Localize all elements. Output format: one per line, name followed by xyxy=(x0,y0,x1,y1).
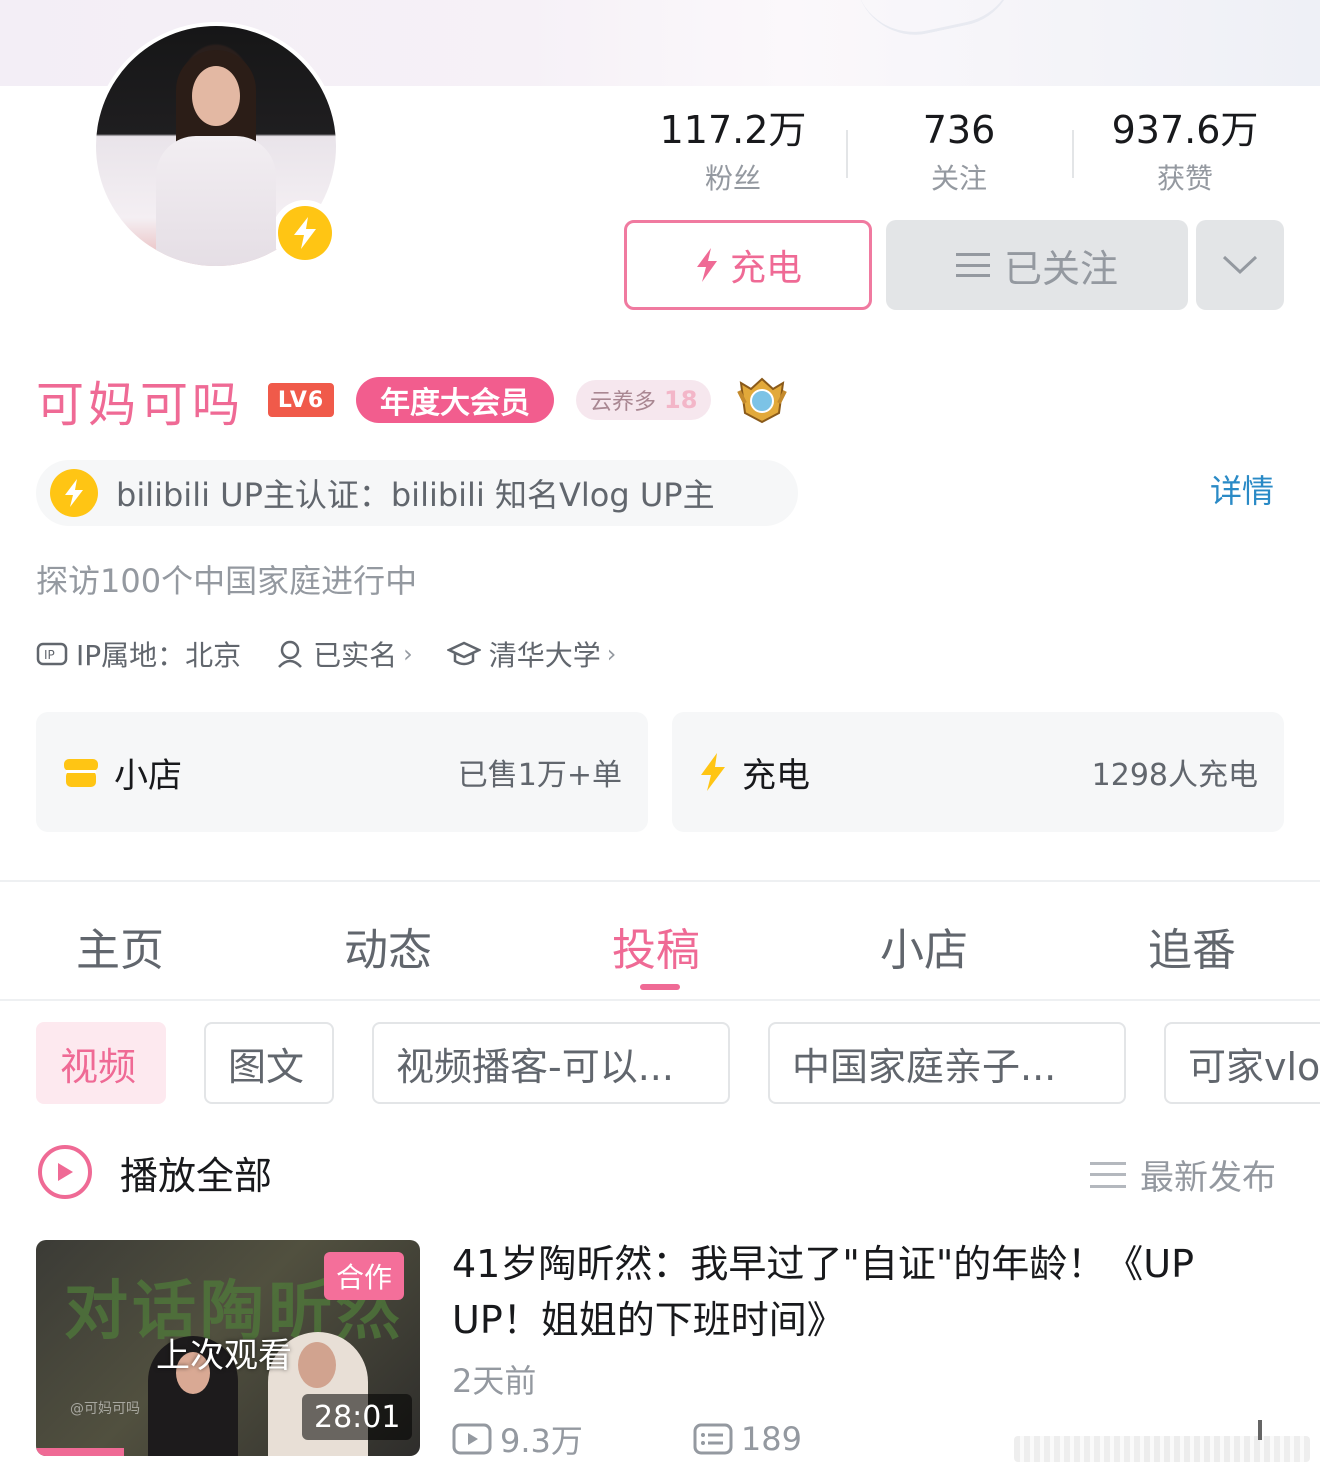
comment-icon xyxy=(693,1423,733,1455)
image-watermark xyxy=(1014,1420,1310,1462)
fan-medal-name: 云养多 xyxy=(590,390,657,415)
stat-value: 736 xyxy=(922,108,996,152)
username: 可妈可吗 xyxy=(36,377,245,433)
video-views: 9.3万 xyxy=(452,1416,583,1462)
filter-chip-family[interactable]: 中国家庭亲子... xyxy=(768,1022,1126,1104)
name-row: 可妈可吗 LV6 年度大会员 云养多 18 xyxy=(36,368,789,433)
tab-shop[interactable]: 小店 xyxy=(880,914,968,978)
stat-label: 粉丝 xyxy=(704,162,761,195)
fan-medal[interactable]: 云养多 18 xyxy=(576,380,712,420)
stat-label: 关注 xyxy=(930,162,987,195)
filter-chip-image-text[interactable]: 图文 xyxy=(204,1022,334,1104)
stat-value: 937.6万 xyxy=(1111,108,1259,152)
lightning-icon xyxy=(701,753,725,791)
filter-chip-vlog[interactable]: 可家vlo xyxy=(1164,1022,1320,1104)
chevron-right-icon: › xyxy=(403,640,413,668)
video-time: 2天前 xyxy=(452,1362,537,1400)
menu-icon xyxy=(955,253,990,277)
shop-icon xyxy=(64,759,98,787)
tab-bangumi[interactable]: 追番 xyxy=(1148,914,1236,978)
svg-text:IP: IP xyxy=(44,648,55,662)
school-text: 清华大学 xyxy=(488,639,601,672)
video-stats: 9.3万 189 xyxy=(452,1414,912,1464)
sort-icon xyxy=(1090,1161,1126,1188)
video-thumbnail[interactable]: 对话陶昕然 @可妈可吗 合作 上次观看 28:01 xyxy=(36,1240,420,1456)
bio: 探访100个中国家庭进行中 xyxy=(36,562,418,600)
detail-link[interactable]: 详情 xyxy=(1210,466,1274,512)
last-watched-label: 上次观看 xyxy=(156,1336,292,1376)
profile-meta: IP IP属地：北京 已实名 › 清华大学 › xyxy=(36,632,650,676)
lightning-icon xyxy=(50,469,98,517)
active-tab-indicator xyxy=(640,984,680,990)
stats-row: 117.2万 粉丝 736 关注 937.6万 获赞 xyxy=(620,104,1300,204)
fan-medal-level: 18 xyxy=(664,386,698,414)
stat-value: 117.2万 xyxy=(659,108,807,152)
stat-fans[interactable]: 117.2万 粉丝 xyxy=(620,104,846,204)
chevron-down-icon xyxy=(1222,255,1258,275)
thumbnail-watermark: @可妈可吗 xyxy=(70,1401,140,1417)
play-icon xyxy=(38,1145,92,1199)
school-link[interactable]: 清华大学 › xyxy=(446,634,617,674)
charge-card-sub: 1298人充电 xyxy=(1091,758,1258,793)
ip-location: IP IP属地：北京 xyxy=(36,634,241,674)
profile-tabs: 主页 动态 投稿 小店 追番 xyxy=(0,906,1320,1002)
video-title[interactable]: 41岁陶昕然：我早过了"自证"的年龄！《UP UP！姐姐的下班时间》 xyxy=(452,1236,1282,1348)
follow-options-button[interactable] xyxy=(1196,220,1284,310)
tab-dynamics[interactable]: 动态 xyxy=(344,914,432,978)
play-all-label: 播放全部 xyxy=(120,1153,273,1198)
crest-badge-icon[interactable] xyxy=(735,375,789,425)
tab-home[interactable]: 主页 xyxy=(76,914,164,978)
lightning-icon xyxy=(696,248,717,282)
charge-button-label: 充电 xyxy=(729,248,802,289)
filter-chip-video[interactable]: 视频 xyxy=(36,1022,166,1104)
followed-button[interactable]: 已关注 xyxy=(886,220,1188,310)
filter-chip-podcast[interactable]: 视频播客-可以... xyxy=(372,1022,730,1104)
sort-label: 最新发布 xyxy=(1140,1158,1276,1198)
real-name-text: 已实名 xyxy=(313,639,398,672)
certification-pill[interactable]: bilibili UP主认证：bilibili 知名Vlog UP主 xyxy=(36,460,798,526)
play-all-button[interactable]: 播放全部 xyxy=(38,1142,272,1202)
real-name-link[interactable]: 已实名 › xyxy=(275,634,413,674)
ip-icon: IP xyxy=(36,642,68,666)
level-badge[interactable]: LV6 xyxy=(268,383,335,417)
shop-card-sub: 已售1万+单 xyxy=(457,758,622,793)
vip-badge[interactable]: 年度大会员 xyxy=(356,377,555,423)
ip-location-text: IP属地：北京 xyxy=(76,639,242,672)
shop-card[interactable]: 小店 已售1万+单 xyxy=(36,712,648,832)
chevron-right-icon: › xyxy=(606,640,617,668)
video-views-count: 9.3万 xyxy=(500,1422,583,1460)
coop-badge: 合作 xyxy=(324,1252,405,1300)
watch-progress-bar xyxy=(36,1448,125,1456)
shop-card-title: 小店 xyxy=(114,755,182,796)
stat-likes[interactable]: 937.6万 获赞 xyxy=(1072,104,1298,204)
followed-button-label: 已关注 xyxy=(1003,246,1118,291)
tabs-divider xyxy=(0,999,1320,1001)
up-verified-icon xyxy=(272,200,338,266)
stat-label: 获赞 xyxy=(1156,162,1213,195)
charge-button[interactable]: 充电 xyxy=(624,220,872,310)
video-comments: 189 xyxy=(693,1420,802,1458)
charge-card-title: 充电 xyxy=(742,755,810,796)
user-verify-icon xyxy=(278,640,303,668)
charge-card[interactable]: 充电 1298人充电 xyxy=(672,712,1284,832)
sort-button[interactable]: 最新发布 xyxy=(1090,1150,1276,1199)
play-count-icon xyxy=(452,1423,492,1455)
section-divider xyxy=(0,880,1320,882)
certification-text: bilibili UP主认证：bilibili 知名Vlog UP主 xyxy=(116,476,715,514)
tab-uploads[interactable]: 投稿 xyxy=(612,914,700,978)
video-duration: 28:01 xyxy=(302,1394,413,1440)
stat-following[interactable]: 736 关注 xyxy=(846,104,1072,204)
video-comments-count: 189 xyxy=(740,1420,802,1458)
graduation-cap-icon xyxy=(446,641,481,666)
